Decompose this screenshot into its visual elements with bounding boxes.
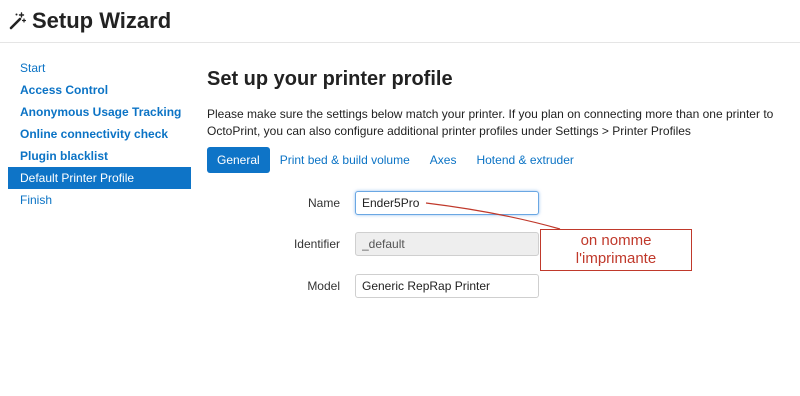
annotation-callout: on nomme l'imprimante <box>540 229 692 271</box>
tab-axes[interactable]: Axes <box>420 147 467 173</box>
wizard-title: Setup Wizard <box>32 8 172 33</box>
tab-general[interactable]: General <box>207 147 270 173</box>
identifier-input <box>355 232 539 256</box>
tab-print-bed-build-volume[interactable]: Print bed & build volume <box>270 147 420 173</box>
name-label: Name <box>307 196 340 210</box>
magic-wand-icon <box>9 12 26 30</box>
sidebar-item-anonymous-usage-tracking[interactable]: Anonymous Usage Tracking <box>8 101 191 123</box>
page-title: Set up your printer profile <box>207 68 453 90</box>
wizard-steps-sidebar: Start Access Control Anonymous Usage Tra… <box>8 57 191 211</box>
wizard-header: Setup Wizard <box>0 0 800 43</box>
profile-tabs: General Print bed & build volume Axes Ho… <box>207 147 584 173</box>
sidebar-item-access-control[interactable]: Access Control <box>8 79 191 101</box>
annotation-line-1: on nomme <box>580 232 652 249</box>
setup-wizard-page: Setup Wizard Start Access Control Anonym… <box>0 0 800 396</box>
name-input[interactable] <box>355 191 539 215</box>
sidebar-item-plugin-blacklist[interactable]: Plugin blacklist <box>8 145 191 167</box>
model-label: Model <box>307 279 340 293</box>
identifier-label-wrap: Identifier <box>200 232 340 256</box>
main-content: Set up your printer profile Please make … <box>207 64 792 140</box>
name-label-wrap: Name <box>200 191 340 215</box>
sidebar-item-finish[interactable]: Finish <box>8 189 191 211</box>
annotation-line-2: l'imprimante <box>575 250 657 267</box>
identifier-label: Identifier <box>293 237 340 251</box>
tab-hotend-extruder[interactable]: Hotend & extruder <box>466 147 583 173</box>
sidebar-item-default-printer-profile[interactable]: Default Printer Profile <box>8 167 191 189</box>
sidebar-item-start[interactable]: Start <box>8 57 191 79</box>
intro-text: Please make sure the settings below matc… <box>207 107 774 138</box>
model-label-wrap: Model <box>200 274 340 298</box>
model-input[interactable] <box>355 274 539 298</box>
sidebar-item-online-connectivity-check[interactable]: Online connectivity check <box>8 123 191 145</box>
